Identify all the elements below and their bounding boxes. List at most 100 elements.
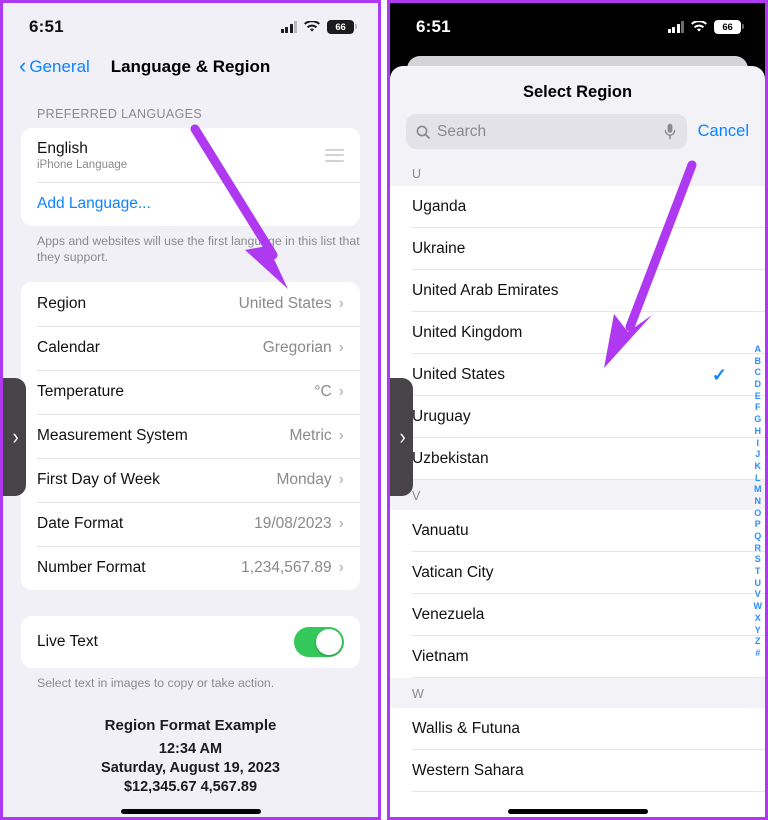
live-text-footnote: Select text in images to copy or take ac… <box>37 675 275 690</box>
region-name: United Arab Emirates <box>412 282 559 299</box>
region-row-united-kingdom[interactable]: United Kingdom <box>390 312 765 354</box>
add-language-button[interactable]: Add Language... <box>21 182 360 226</box>
languages-card: English iPhone Language Add Language... <box>21 128 360 226</box>
row-value: Monday <box>276 470 332 488</box>
left-edge-tab-handle[interactable]: › <box>3 378 26 496</box>
example-title: Region Format Example <box>104 717 277 735</box>
alpha-index-t[interactable]: T <box>755 566 761 578</box>
microphone-icon[interactable] <box>664 123 677 141</box>
region-name: United States <box>412 366 506 383</box>
battery-percent: 66 <box>335 21 346 33</box>
alpha-index-n[interactable]: N <box>755 496 762 508</box>
alpha-index-m[interactable]: M <box>754 484 762 496</box>
region-row-ukraine[interactable]: Ukraine <box>390 228 765 270</box>
region-row-uruguay[interactable]: Uruguay <box>390 396 765 438</box>
region-row-uzbekistan[interactable]: Uzbekistan <box>390 438 765 480</box>
alpha-index-i[interactable]: I <box>756 438 759 450</box>
alpha-index-o[interactable]: O <box>754 508 761 520</box>
left-edge-tab-handle[interactable]: › <box>390 378 413 496</box>
search-placeholder: Search <box>437 122 487 140</box>
alpha-index-r[interactable]: R <box>755 543 762 555</box>
region-row-venezuela[interactable]: Venezuela <box>390 594 765 636</box>
region-row-wallis-futuna[interactable]: Wallis & Futuna <box>390 708 765 750</box>
row-label: Calendar <box>37 338 100 356</box>
alpha-index-c[interactable]: C <box>755 367 762 379</box>
alpha-index-b[interactable]: B <box>755 356 762 368</box>
alpha-index-hash[interactable]: # <box>755 648 760 660</box>
row-value: Metric <box>289 426 332 444</box>
alpha-index-d[interactable]: D <box>755 379 762 391</box>
alpha-index-u[interactable]: U <box>755 578 762 590</box>
alpha-index-x[interactable]: X <box>755 613 761 625</box>
battery-percent: 66 <box>722 21 733 33</box>
chevron-right-icon: › <box>399 424 406 449</box>
screenshot-stage: 6:51 66 ‹ General Language & Region PREF… <box>0 0 768 820</box>
alpha-index-h[interactable]: H <box>755 426 762 438</box>
alpha-index-l[interactable]: L <box>755 473 761 485</box>
region-row-western-sahara[interactable]: Western Sahara <box>390 750 765 792</box>
row-label: Region <box>37 294 87 312</box>
search-bar: Search Cancel <box>390 102 765 158</box>
settings-row-temperature[interactable]: Temperature °C › <box>21 369 360 414</box>
reorder-handle-icon[interactable] <box>325 148 344 162</box>
select-region-sheet: Select Region Search Cancel U Uganda Ukr… <box>390 66 765 817</box>
search-icon <box>416 125 430 139</box>
region-list[interactable]: U Uganda Ukraine United Arab Emirates Un… <box>390 162 765 817</box>
region-name: Uzbekistan <box>412 450 489 467</box>
alpha-index-f[interactable]: F <box>755 402 761 414</box>
alpha-index-a[interactable]: A <box>755 344 762 356</box>
alpha-index-j[interactable]: J <box>755 449 760 461</box>
right-phone-panel: 6:51 66 Select Region Search Cancel U Ug… <box>387 0 768 820</box>
region-row-vanuatu[interactable]: Vanuatu <box>390 510 765 552</box>
alpha-index-y[interactable]: Y <box>755 625 761 637</box>
section-index-header: U <box>390 162 765 186</box>
alpha-index-g[interactable]: G <box>754 414 761 426</box>
region-row-uganda[interactable]: Uganda <box>390 186 765 228</box>
chevron-right-icon: › <box>338 470 344 488</box>
row-label: Measurement System <box>37 426 188 444</box>
chevron-right-icon: › <box>338 558 344 576</box>
section-index-header: W <box>390 678 765 708</box>
region-format-example: Region Format Example 12:34 AM Saturday,… <box>3 691 378 795</box>
chevron-right-icon: › <box>338 514 344 532</box>
cellular-bars-icon <box>280 21 297 33</box>
region-row-united-arab-emirates[interactable]: United Arab Emirates <box>390 270 765 312</box>
region-row-united-states[interactable]: United States ✓ <box>390 354 765 396</box>
region-name: Vatican City <box>412 564 494 581</box>
settings-row-date-format[interactable]: Date Format 19/08/2023 › <box>21 501 360 546</box>
region-row-vatican-city[interactable]: Vatican City <box>390 552 765 594</box>
row-label: Temperature <box>37 382 125 400</box>
alpha-index-s[interactable]: S <box>755 554 761 566</box>
search-input[interactable]: Search <box>406 114 687 149</box>
cancel-button[interactable]: Cancel <box>698 122 749 141</box>
alpha-index-w[interactable]: W <box>754 601 763 613</box>
language-row-english[interactable]: English iPhone Language <box>21 128 360 182</box>
language-name: English <box>37 139 88 157</box>
settings-row-measurement-system[interactable]: Measurement System Metric › <box>21 413 360 458</box>
chevron-right-icon: › <box>12 424 19 449</box>
alpha-index-e[interactable]: E <box>755 391 761 403</box>
cellular-bars-icon <box>667 21 684 33</box>
wifi-icon <box>304 21 320 33</box>
alpha-index-k[interactable]: K <box>755 461 762 473</box>
settings-screen: ‹ General Language & Region PREFERRED LA… <box>3 45 378 817</box>
alpha-index-z[interactable]: Z <box>755 636 761 648</box>
region-row-vietnam[interactable]: Vietnam <box>390 636 765 678</box>
alpha-index-q[interactable]: Q <box>754 531 761 543</box>
region-name: United Kingdom <box>412 324 523 341</box>
alphabet-index[interactable]: A B C D E F G H I J K L M N O P Q R S T U V W X Y Z # <box>754 344 763 660</box>
settings-row-number-format[interactable]: Number Format 1,234,567.89 › <box>21 545 360 590</box>
row-value: 1,234,567.89 <box>241 558 332 576</box>
live-text-toggle[interactable] <box>294 626 344 657</box>
row-value: United States <box>238 294 332 312</box>
live-text-row: Live Text <box>21 616 360 668</box>
settings-row-region[interactable]: Region United States › <box>21 282 360 326</box>
toggle-knob <box>316 628 342 655</box>
alpha-index-p[interactable]: P <box>755 519 761 531</box>
settings-row-first-day-of-week[interactable]: First Day of Week Monday › <box>21 457 360 502</box>
settings-row-calendar[interactable]: Calendar Gregorian › <box>21 325 360 370</box>
back-button[interactable]: ‹ General <box>19 55 90 77</box>
status-time: 6:51 <box>416 17 451 36</box>
language-subtitle: iPhone Language <box>37 159 128 172</box>
alpha-index-v[interactable]: V <box>755 589 761 601</box>
